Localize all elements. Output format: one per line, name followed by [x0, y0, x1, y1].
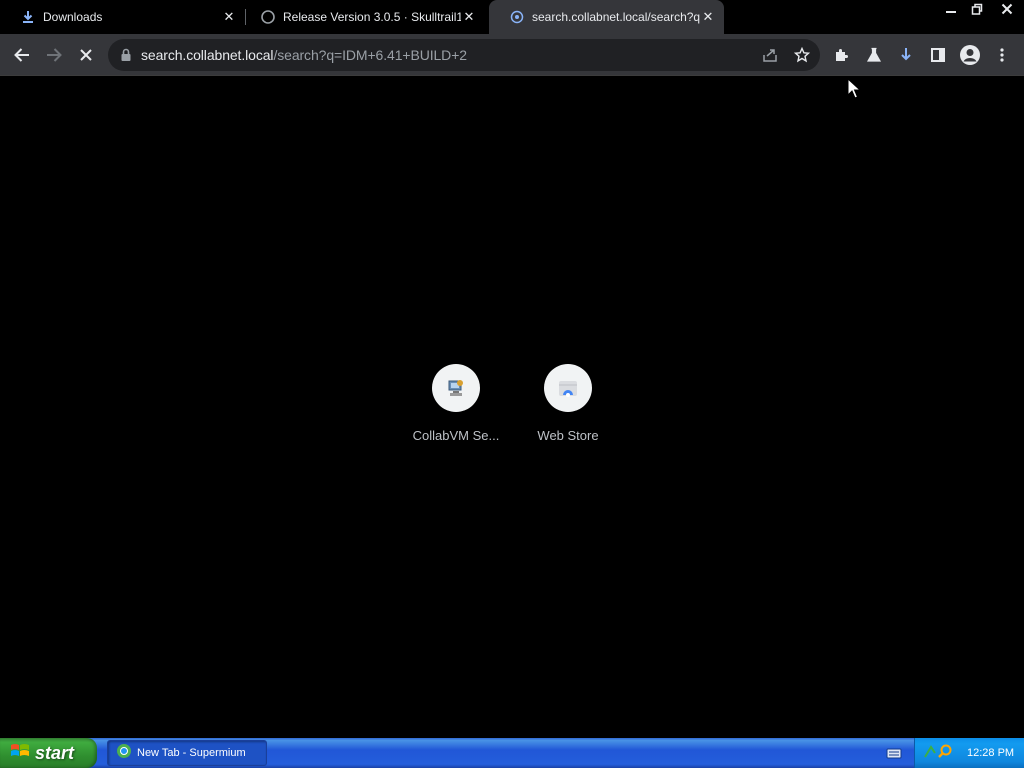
share-icon	[763, 49, 777, 62]
start-button[interactable]: start	[0, 738, 97, 768]
close-tab-icon[interactable]: ✕	[221, 9, 237, 25]
url-path: /search?q=IDM+6.41+BUILD+2	[273, 47, 467, 63]
browser-icon	[116, 743, 132, 764]
minimize-button[interactable]	[938, 0, 964, 18]
forward-button[interactable]	[40, 41, 68, 69]
start-label: start	[35, 742, 75, 763]
avatar-icon	[960, 45, 980, 65]
tab-title: search.collabnet.local/search?q=IDM	[532, 10, 700, 24]
browser-toolbar: search.collabnet.local/search?q=IDM+6.41…	[0, 34, 1024, 76]
keyboard-icon[interactable]	[886, 746, 902, 765]
stop-icon	[80, 49, 92, 61]
share-button[interactable]	[758, 43, 782, 67]
web-store-icon	[544, 364, 592, 412]
clock: 12:28 PM	[967, 747, 1015, 759]
stop-button[interactable]	[72, 41, 100, 69]
system-tray: 12:28 PM	[914, 738, 1024, 768]
github-icon	[260, 9, 276, 25]
back-button[interactable]	[8, 41, 36, 69]
tab-title: Downloads	[43, 10, 103, 24]
tab-release[interactable]: Release Version 3.0.5 · Skulltrail192 ✕	[240, 0, 485, 34]
taskbar-item-supermium[interactable]: New Tab - Supermium	[107, 740, 267, 766]
tab-search[interactable]: search.collabnet.local/search?q=IDM ✕	[489, 0, 724, 34]
star-icon	[794, 47, 810, 63]
shortcut-label: CollabVM Se...	[412, 428, 500, 443]
back-arrow-icon	[14, 48, 29, 62]
menu-button[interactable]	[988, 41, 1016, 69]
windows-logo-icon	[10, 742, 30, 765]
close-tab-icon[interactable]: ✕	[461, 9, 477, 25]
taskbar: start New Tab - Supermium 12:28 PM	[0, 738, 1024, 768]
downloads-button[interactable]	[892, 41, 920, 69]
address-bar[interactable]: search.collabnet.local/search?q=IDM+6.41…	[108, 39, 820, 71]
side-panel-button[interactable]	[924, 41, 952, 69]
side-panel-icon	[931, 48, 945, 62]
download-icon	[901, 48, 911, 61]
mouse-cursor-icon	[847, 78, 861, 99]
taskbar-item-label: New Tab - Supermium	[137, 747, 246, 759]
shortcut-collabvm[interactable]: CollabVM Se...	[400, 364, 512, 443]
shortcut-label: Web Store	[537, 428, 599, 443]
url-host: search.collabnet.local	[141, 47, 274, 63]
close-window-button[interactable]	[990, 0, 1024, 18]
url-text[interactable]: search.collabnet.local/search?q=IDM+6.41…	[141, 47, 467, 63]
flask-icon	[866, 47, 882, 62]
labs-button[interactable]	[860, 41, 888, 69]
bookmark-button[interactable]	[790, 43, 814, 67]
tab-downloads[interactable]: Downloads ✕	[0, 0, 245, 34]
shortcut-web-store[interactable]: Web Store	[512, 364, 624, 443]
tab-title: Release Version 3.0.5 · Skulltrail192	[283, 10, 461, 24]
puzzle-icon	[836, 49, 848, 61]
window-controls	[938, 0, 1024, 20]
forward-arrow-icon	[47, 48, 62, 62]
page-content: CollabVM Se... Web Store	[0, 77, 1024, 738]
download-icon	[20, 9, 36, 25]
browser-window: Downloads ✕ Release Version 3.0.5 · Skul…	[0, 0, 1024, 738]
extensions-button[interactable]	[828, 41, 856, 69]
restore-button[interactable]	[964, 0, 990, 18]
close-tab-icon[interactable]: ✕	[700, 9, 716, 25]
network-icon[interactable]	[923, 743, 955, 764]
tab-strip: Downloads ✕ Release Version 3.0.5 · Skul…	[0, 0, 1024, 34]
collabvm-icon	[432, 364, 480, 412]
kebab-menu-icon	[1000, 48, 1004, 62]
lock-icon[interactable]	[120, 48, 132, 67]
profile-button[interactable]	[956, 41, 984, 69]
globe-icon	[509, 9, 525, 25]
